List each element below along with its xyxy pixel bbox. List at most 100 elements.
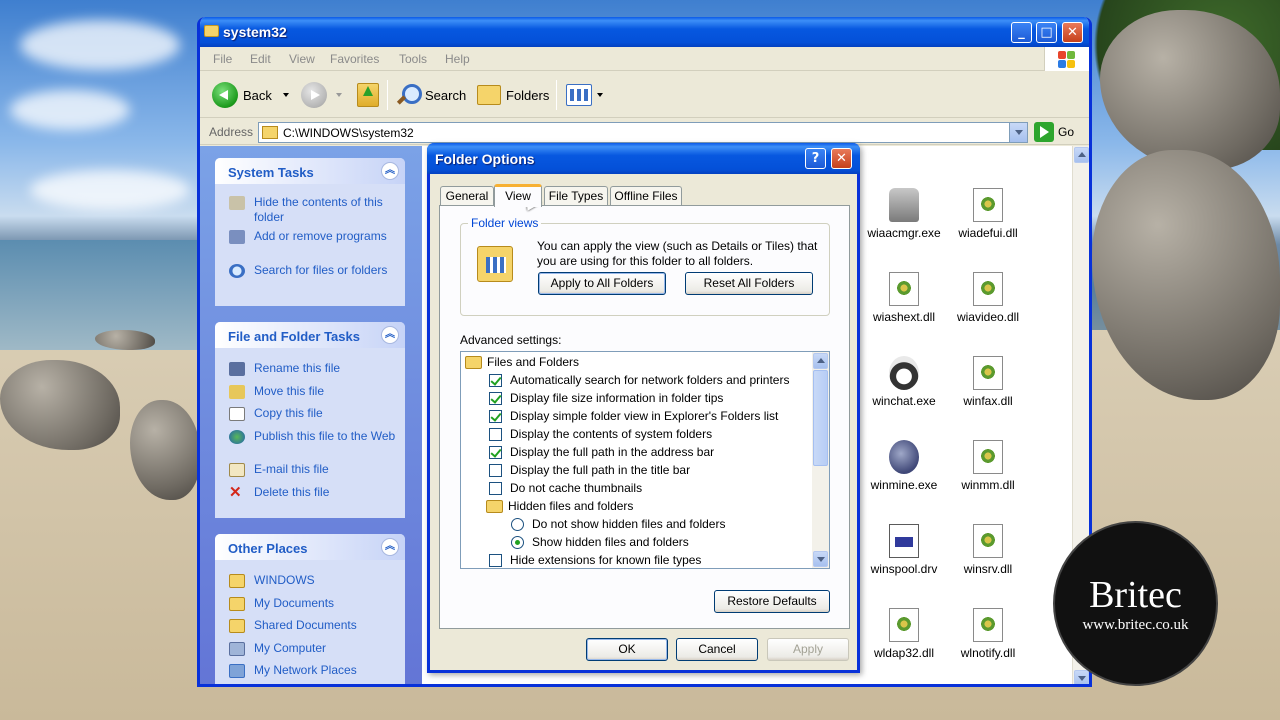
- help-button[interactable]: ?: [805, 148, 826, 169]
- file-item[interactable]: wldap32.dll: [864, 608, 944, 660]
- restore-defaults-button[interactable]: Restore Defaults: [714, 590, 830, 613]
- tab-view[interactable]: View: [494, 184, 542, 207]
- view-tab-panel: Folder views You can apply the view (suc…: [439, 205, 850, 629]
- dialog-close-button[interactable]: ✕: [831, 148, 852, 169]
- checkbox-checked[interactable]: [489, 373, 502, 387]
- advanced-settings-scrollbar[interactable]: [812, 352, 829, 568]
- file-folder-tasks-title: File and Folder Tasks: [228, 329, 360, 344]
- file-item[interactable]: winspool.drv: [864, 524, 944, 576]
- scroll-up-button[interactable]: [1074, 147, 1089, 163]
- views-button[interactable]: [566, 81, 603, 109]
- file-item[interactable]: winmine.exe: [864, 440, 944, 492]
- window-titlebar[interactable]: system32 _ □ ✕: [200, 17, 1089, 47]
- collapse-icon[interactable]: ︽: [381, 162, 399, 180]
- apply-button[interactable]: Apply: [767, 638, 849, 661]
- menu-edit[interactable]: Edit: [250, 52, 271, 66]
- file-item[interactable]: winsrv.dll: [948, 524, 1028, 576]
- checkbox-checked[interactable]: [489, 409, 502, 423]
- scroll-down-button[interactable]: [813, 551, 828, 567]
- folder-icon: [229, 574, 245, 588]
- ok-button[interactable]: OK: [586, 638, 668, 661]
- checkbox-unchecked[interactable]: [489, 553, 502, 567]
- network-icon: [229, 664, 245, 678]
- close-button[interactable]: ✕: [1062, 22, 1083, 43]
- setting-cache-thumbnails[interactable]: Do not cache thumbnails: [489, 479, 642, 497]
- checkbox-checked[interactable]: [489, 391, 502, 405]
- setting-system-folder-contents[interactable]: Display the contents of system folders: [489, 425, 712, 443]
- setting-show-hidden[interactable]: Show hidden files and folders: [511, 533, 689, 551]
- dialog-titlebar[interactable]: Folder Options ? ✕: [427, 143, 860, 174]
- tab-file-types[interactable]: File Types: [544, 186, 608, 206]
- checkbox-unchecked[interactable]: [489, 463, 502, 477]
- windows-logo-icon: [1044, 47, 1089, 71]
- advanced-settings-list[interactable]: Files and Folders Automatically search f…: [460, 351, 830, 569]
- apply-to-all-folders-button[interactable]: Apply to All Folders: [538, 272, 666, 295]
- tab-offline-files[interactable]: Offline Files: [610, 186, 682, 206]
- my-documents-icon: [229, 597, 245, 611]
- folder-views-icon: [477, 246, 513, 282]
- cancel-button[interactable]: Cancel: [676, 638, 758, 661]
- menu-file[interactable]: File: [213, 52, 232, 66]
- radio-unselected[interactable]: [511, 517, 524, 531]
- menu-favorites[interactable]: Favorites: [330, 52, 379, 66]
- folder-icon: [465, 355, 482, 369]
- file-item[interactable]: wiaacmgr.exe: [864, 188, 944, 240]
- checkbox-checked[interactable]: [489, 445, 502, 459]
- tab-general[interactable]: General: [440, 186, 494, 206]
- file-item[interactable]: winchat.exe: [864, 356, 944, 408]
- setting-full-path-title-bar[interactable]: Display the full path in the title bar: [489, 461, 690, 479]
- collapse-icon[interactable]: ︽: [381, 326, 399, 344]
- other-places-header[interactable]: Other Places ︽: [215, 534, 405, 560]
- task-pane: System Tasks ︽ Hide the contents of this…: [200, 146, 422, 684]
- file-folder-tasks-header[interactable]: File and Folder Tasks ︽: [215, 322, 405, 348]
- forward-button[interactable]: [301, 81, 342, 109]
- folder-options-dialog: Folder Options ? ✕ General View File Typ…: [427, 143, 860, 673]
- file-item[interactable]: wiashext.dll: [864, 272, 944, 324]
- collapse-icon[interactable]: ︽: [381, 538, 399, 556]
- setting-full-path-address-bar[interactable]: Display the full path in the address bar: [489, 443, 714, 461]
- scroll-thumb[interactable]: [813, 370, 828, 466]
- system-tasks-header[interactable]: System Tasks ︽: [215, 158, 405, 184]
- reset-all-folders-button[interactable]: Reset All Folders: [685, 272, 813, 295]
- maximize-button[interactable]: □: [1036, 22, 1057, 43]
- search-button[interactable]: Search: [396, 81, 466, 109]
- scroll-up-button[interactable]: [813, 353, 828, 369]
- window-title: system32: [223, 24, 287, 40]
- setting-do-not-show-hidden[interactable]: Do not show hidden files and folders: [511, 515, 725, 533]
- scroll-down-button[interactable]: [1074, 670, 1089, 684]
- setting-hide-extensions[interactable]: Hide extensions for known file types: [489, 551, 701, 568]
- dll-icon: [973, 188, 1003, 222]
- advanced-settings-label: Advanced settings:: [460, 333, 562, 347]
- shared-folder-icon: [229, 619, 245, 633]
- address-input[interactable]: C:\WINDOWS\system32: [258, 122, 1028, 143]
- menu-help[interactable]: Help: [445, 52, 470, 66]
- checkbox-unchecked[interactable]: [489, 427, 502, 441]
- back-button[interactable]: Back: [212, 81, 289, 109]
- file-name: winmm.dll: [961, 478, 1015, 492]
- forward-dropdown-icon[interactable]: [336, 93, 342, 97]
- go-button[interactable]: Go: [1034, 122, 1074, 142]
- file-item[interactable]: wiavideo.dll: [948, 272, 1028, 324]
- checkbox-unchecked[interactable]: [489, 481, 502, 495]
- file-item[interactable]: winfax.dll: [948, 356, 1028, 408]
- minimize-button[interactable]: _: [1011, 22, 1032, 43]
- folders-button[interactable]: Folders: [477, 81, 549, 109]
- menu-view[interactable]: View: [289, 52, 315, 66]
- back-arrow-icon: [212, 82, 238, 108]
- address-dropdown-button[interactable]: [1009, 123, 1027, 142]
- file-item[interactable]: winmm.dll: [948, 440, 1028, 492]
- radio-selected[interactable]: [511, 535, 524, 549]
- setting-file-size-tips[interactable]: Display file size information in folder …: [489, 389, 723, 407]
- address-bar: Address C:\WINDOWS\system32 Go: [200, 119, 1089, 145]
- menu-tools[interactable]: Tools: [399, 52, 427, 66]
- setting-auto-search-network[interactable]: Automatically search for network folders…: [489, 371, 789, 389]
- file-item[interactable]: wlnotify.dll: [948, 608, 1028, 660]
- search-icon: [396, 83, 422, 107]
- dll-icon: [973, 356, 1003, 390]
- up-button[interactable]: [357, 81, 379, 109]
- views-icon: [566, 84, 592, 106]
- setting-simple-folder-view[interactable]: Display simple folder view in Explorer's…: [489, 407, 778, 425]
- copy-icon: [229, 407, 245, 421]
- file-item[interactable]: wiadefui.dll: [948, 188, 1028, 240]
- back-dropdown-icon[interactable]: [282, 93, 289, 97]
